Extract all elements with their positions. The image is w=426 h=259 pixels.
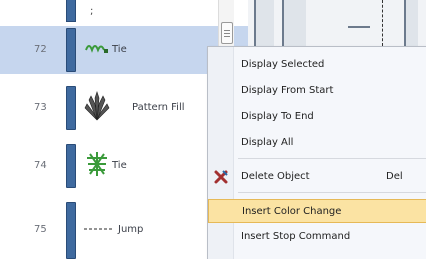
menu-item-label: Display All	[241, 137, 294, 148]
delete-x-icon	[214, 170, 228, 184]
tie-stitch-icon	[85, 45, 108, 53]
row-label: Tie	[112, 44, 127, 55]
scrollbar-thumb[interactable]	[221, 22, 233, 44]
canvas-guide	[382, 0, 383, 46]
menu-separator	[238, 192, 426, 193]
row-number: 75	[34, 224, 47, 235]
menu-item-insert-stop-command[interactable]: Insert Stop Command	[208, 225, 426, 249]
color-bar	[66, 0, 76, 22]
canvas-guide	[348, 26, 370, 28]
canvas-guide	[254, 0, 274, 46]
row-label: Pattern Fill	[132, 102, 185, 113]
menu-item-display-all[interactable]: Display All	[208, 131, 426, 155]
menu-item-display-from-start[interactable]: Display From Start	[208, 79, 426, 103]
canvas-guide	[282, 0, 306, 46]
list-item-partial-mark: ;	[90, 6, 94, 17]
row-number: 74	[34, 160, 47, 171]
jump-stitch-icon	[84, 228, 114, 230]
menu-item-label: Delete Object	[241, 171, 310, 182]
canvas-guide	[404, 0, 418, 46]
menu-item-label: Display To End	[241, 111, 314, 122]
menu-item-delete-object[interactable]: Delete Object Del	[208, 165, 426, 189]
row-number: 72	[34, 44, 47, 55]
menu-item-display-selected[interactable]: Display Selected	[208, 53, 426, 77]
menu-item-label: Insert Color Change	[242, 206, 342, 217]
color-bar	[66, 202, 76, 259]
color-bar	[66, 28, 76, 72]
menu-separator	[238, 158, 426, 159]
menu-item-label: Insert Stop Command	[241, 231, 351, 242]
menu-item-display-to-end[interactable]: Display To End	[208, 105, 426, 129]
context-menu: Display Selected Display From Start Disp…	[207, 46, 426, 259]
row-label: Tie	[112, 160, 127, 171]
row-number: 73	[34, 102, 47, 113]
menu-item-label: Display Selected	[241, 59, 325, 70]
row-label: Jump	[118, 224, 144, 235]
tie-stitch-icon	[87, 152, 107, 176]
menu-item-shortcut: Del	[386, 171, 403, 182]
color-bar	[66, 144, 76, 188]
menu-item-insert-color-change[interactable]: Insert Color Change	[208, 199, 426, 223]
color-bar	[66, 86, 76, 130]
pattern-fill-icon	[84, 91, 110, 121]
menu-item-label: Display From Start	[241, 85, 334, 96]
